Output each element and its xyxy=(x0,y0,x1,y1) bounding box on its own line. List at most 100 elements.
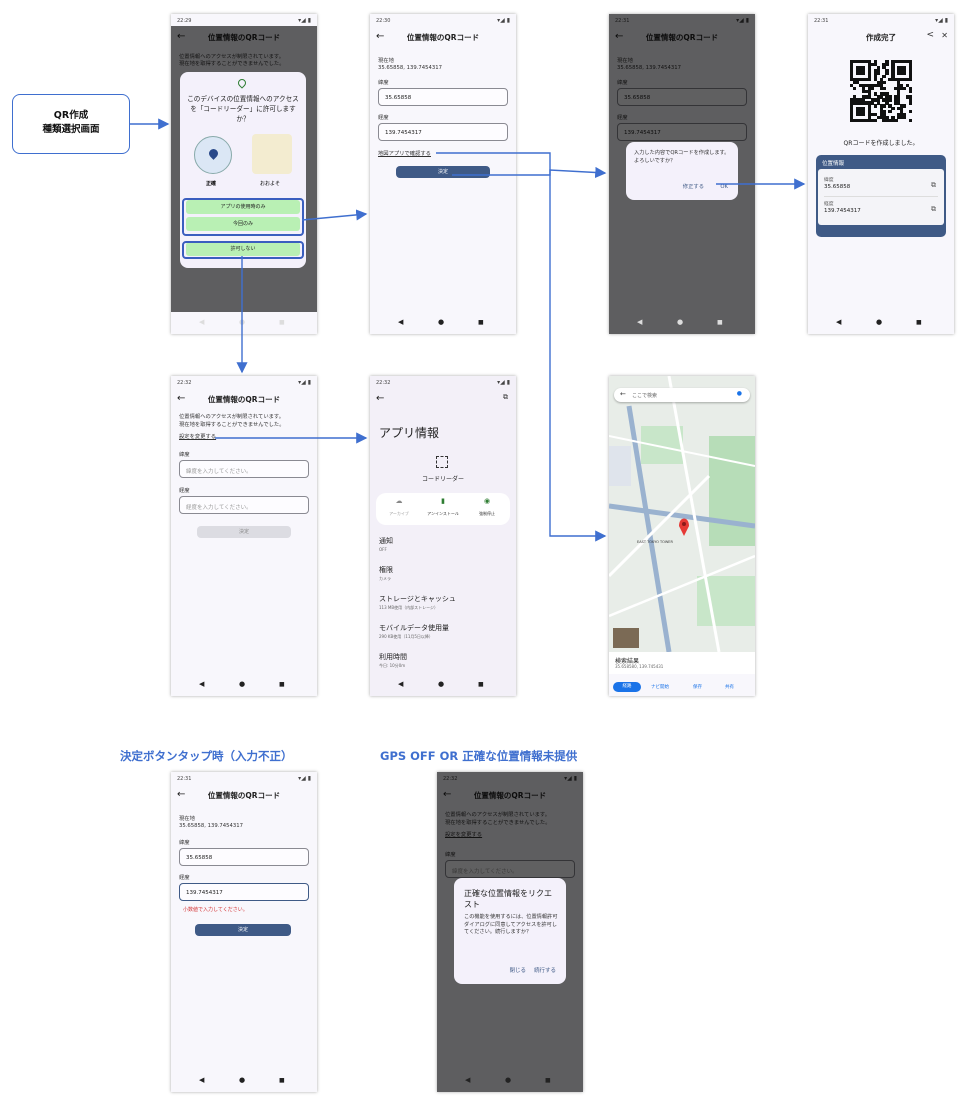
qr-module xyxy=(909,77,913,81)
screen-invalid-input: 22:31 ▾◢ ▮ ← 位置情報のQRコード 現在地 35.65858, 139… xyxy=(171,772,317,1092)
qr-module xyxy=(861,71,866,76)
card-row-latitude: 緯度 35.65858 ⧉ xyxy=(824,173,938,197)
screen-map-app: ← ここで検索 ● EAST TOKYO TOWER 検索結果 35.65858… xyxy=(609,376,755,696)
nav-recent-icon[interactable]: ■ xyxy=(717,319,723,326)
fix-button[interactable]: 修正する xyxy=(683,182,704,190)
map-search-bar[interactable]: ← ここで検索 ● xyxy=(614,388,750,402)
app-info-item-sub: 113 MB使用（内部ストレージ） xyxy=(379,605,439,610)
copy-icon[interactable]: ⧉ xyxy=(931,205,936,214)
map-view[interactable]: ← ここで検索 ● EAST TOKYO TOWER xyxy=(609,376,755,652)
precise-map-icon[interactable] xyxy=(194,136,232,174)
nav-home-icon[interactable]: ● xyxy=(239,680,245,688)
approximate-label: おおよそ xyxy=(260,181,281,187)
longitude-field[interactable]: 経度を入力してください。 xyxy=(179,496,309,514)
nav-home-icon[interactable]: ● xyxy=(505,1076,511,1084)
precise-dialog-title: 正確な位置情報をリクエスト xyxy=(464,889,552,909)
app-info-item-title[interactable]: 権限 xyxy=(379,565,393,575)
nav-recent-icon[interactable]: ■ xyxy=(478,681,484,688)
qr-module xyxy=(909,89,913,93)
map-search-input[interactable]: ここで検索 xyxy=(632,392,657,399)
app-info-item-title[interactable]: 通知 xyxy=(379,536,393,546)
map-drawing xyxy=(609,376,755,652)
nav-home-icon[interactable]: ● xyxy=(438,680,444,688)
status-time: 22:30 xyxy=(376,18,391,24)
open-external-icon[interactable]: ⧉ xyxy=(503,393,508,402)
latitude-field[interactable]: 緯度を入力してください。 xyxy=(179,460,309,478)
location-pin-icon xyxy=(236,77,248,89)
app-info-item-title[interactable]: モバイルデータ使用量 xyxy=(379,623,449,633)
nav-recent-icon[interactable]: ■ xyxy=(478,319,484,326)
status-time: 22:32 xyxy=(376,380,391,386)
map-back-icon[interactable]: ← xyxy=(620,390,626,398)
nav-back-icon[interactable]: ◀ xyxy=(199,318,204,326)
ok-button[interactable]: OK xyxy=(720,184,728,190)
nav-back-icon[interactable]: ◀ xyxy=(199,680,204,688)
app-info-item-title[interactable]: ストレージとキャッシュ xyxy=(379,594,456,604)
confirm-dialog: 入力した内容でQRコードを作成します。よろしいですか？ 修正する OK xyxy=(626,142,738,200)
nav-recent-icon[interactable]: ■ xyxy=(545,1077,551,1084)
copy-icon[interactable]: ⧉ xyxy=(931,181,936,190)
card-lng-value: 139.7454317 xyxy=(824,208,861,214)
decide-button[interactable]: 決定 xyxy=(195,924,291,936)
nav-back-icon[interactable]: ◀ xyxy=(199,1076,204,1084)
map-place-label: EAST TOKYO TOWER xyxy=(637,540,673,544)
decide-button-disabled[interactable]: 決定 xyxy=(197,526,291,538)
page-title: 位置情報のQRコード xyxy=(207,395,281,404)
longitude-field[interactable]: 139.7454317 xyxy=(378,123,508,141)
share-button[interactable]: 共有 xyxy=(725,684,734,690)
nav-home-icon[interactable]: ● xyxy=(438,318,444,326)
app-info-title: アプリ情報 xyxy=(379,426,440,440)
nav-back-icon[interactable]: ◀ xyxy=(398,318,403,326)
open-map-link[interactable]: 地図アプリで確認する xyxy=(378,149,431,157)
share-icon[interactable]: < xyxy=(926,30,934,40)
mic-icon[interactable]: ● xyxy=(737,390,742,397)
status-time: 22:31 xyxy=(177,776,192,782)
card-title: 位置情報 xyxy=(822,161,845,167)
card-lat-value: 35.65858 xyxy=(824,184,851,190)
app-info-item-sub: 今日: 10分0m xyxy=(379,663,406,668)
close-icon[interactable]: ✕ xyxy=(941,31,948,40)
dialog-close-button[interactable]: 閉じる xyxy=(509,966,526,974)
nav-back-icon[interactable]: ◀ xyxy=(398,680,403,688)
nav-back-icon[interactable]: ◀ xyxy=(465,1076,470,1084)
page-title: 位置情報のQRコード xyxy=(207,791,281,800)
stop-icon: ◉ xyxy=(483,497,491,505)
dialog-continue-button[interactable]: 続行する xyxy=(534,966,556,974)
change-settings-link[interactable]: 設定を変更する xyxy=(179,432,216,440)
card-lat-key: 緯度 xyxy=(824,178,834,183)
decide-button[interactable]: 決定 xyxy=(396,166,490,178)
location-card: 位置情報 緯度 35.65858 ⧉ 経度 139.7454317 ⧉ xyxy=(816,155,946,237)
nav-home-icon[interactable]: ● xyxy=(239,1076,245,1084)
longitude-field[interactable]: 139.7454317 xyxy=(179,883,309,901)
nav-recent-icon[interactable]: ■ xyxy=(279,319,285,326)
route-button[interactable]: 経路 xyxy=(613,682,641,692)
screen-qr-created: 22:31 ▾◢ ▮ 作成完了 < ✕ QRコードを作成しました。 位置情報 緯度… xyxy=(808,14,954,334)
current-location-label: 現在地 xyxy=(179,816,195,822)
latitude-field[interactable]: 35.65858 xyxy=(179,848,309,866)
qr-module xyxy=(909,110,913,114)
nav-recent-icon[interactable]: ■ xyxy=(916,319,922,326)
nav-home-icon[interactable]: ● xyxy=(677,318,683,326)
nav-home-icon[interactable]: ● xyxy=(239,318,245,326)
nav-recent-icon[interactable]: ■ xyxy=(279,1077,285,1084)
uninstall-button[interactable]: アンインストール xyxy=(422,511,464,517)
nav-back-icon[interactable]: ◀ xyxy=(836,318,841,326)
current-location-value: 35.65858, 139.7454317 xyxy=(378,65,443,71)
page-title: 位置情報のQRコード xyxy=(406,33,480,42)
navigate-button[interactable]: ナビ開始 xyxy=(651,684,669,690)
app-info-item-title[interactable]: 利用時間 xyxy=(379,652,407,662)
latitude-field[interactable]: 35.65858 xyxy=(378,88,508,106)
save-button[interactable]: 保存 xyxy=(693,684,702,690)
archive-button[interactable]: アーカイブ xyxy=(376,511,422,517)
nav-back-icon[interactable]: ◀ xyxy=(637,318,642,326)
screen-permission-dialog: 22:29▾◢ ▮ ← 位置情報のQRコード 位置情報へのアクセスが制限されてい… xyxy=(171,14,317,334)
force-stop-button[interactable]: 強制停止 xyxy=(464,511,510,517)
precise-dialog-body: この機能を使用するには、位置情報許可ダイアログに同意してアクセスを許可してくださ… xyxy=(464,914,558,935)
start-node-line2: 種類選択画面 xyxy=(42,124,100,135)
nav-recent-icon[interactable]: ■ xyxy=(279,681,285,688)
nav-home-icon[interactable]: ● xyxy=(876,318,882,326)
app-info-item-sub: OFF xyxy=(379,547,387,552)
approximate-map-icon[interactable] xyxy=(252,134,292,174)
back-arrow-icon[interactable]: ← xyxy=(376,393,384,404)
error-message: 小数値で入力してください。 xyxy=(183,907,248,913)
